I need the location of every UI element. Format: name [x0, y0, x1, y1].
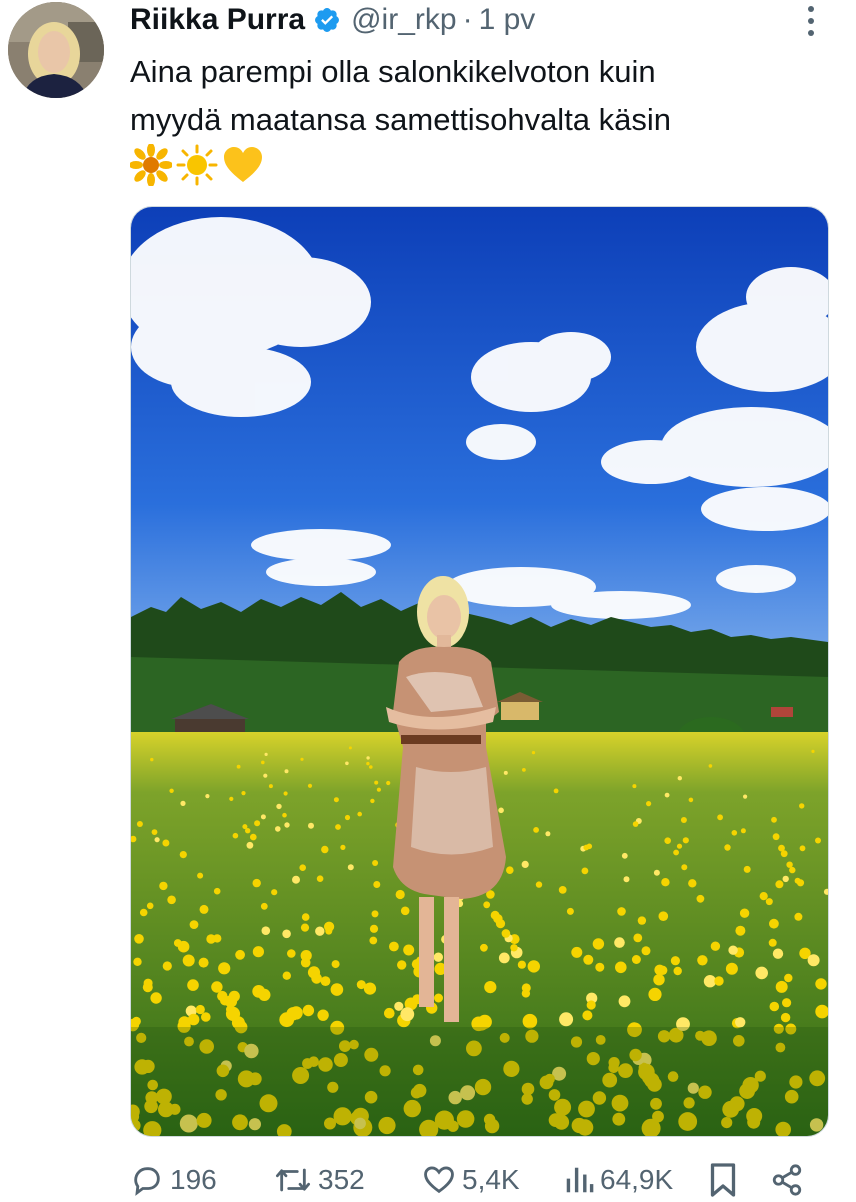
repost-button[interactable]: 352 — [274, 1158, 365, 1202]
avatar[interactable] — [8, 2, 104, 98]
handle[interactable]: @ir_rkp — [351, 3, 456, 37]
view-count: 64,9K — [600, 1164, 674, 1195]
yellow-house — [501, 702, 539, 720]
tweet-emojis — [130, 144, 264, 186]
more-options-icon[interactable] — [804, 4, 818, 38]
display-name[interactable]: Riikka Purra — [130, 3, 305, 37]
views-chart-icon — [566, 1167, 594, 1193]
like-button[interactable]: 5,4K — [422, 1158, 520, 1202]
verified-badge-icon — [315, 8, 340, 32]
tweet-actions: 196 352 5,4K 64,9K — [130, 1158, 840, 1202]
sunflower-icon — [130, 144, 172, 186]
repost-count: 352 — [318, 1164, 365, 1195]
avatar-photo — [8, 2, 104, 98]
heart-icon — [424, 1166, 454, 1194]
barn — [175, 719, 245, 732]
reply-button[interactable]: 196 — [130, 1158, 217, 1202]
tweet-photo[interactable] — [130, 206, 829, 1137]
share-icon — [772, 1164, 802, 1196]
timestamp[interactable]: 1 pv — [479, 3, 536, 37]
share-button[interactable] — [770, 1158, 804, 1202]
bookmark-icon — [710, 1163, 736, 1197]
reply-icon — [134, 1167, 160, 1196]
views-button[interactable]: 64,9K — [564, 1158, 673, 1202]
bookmark-button[interactable] — [708, 1158, 738, 1202]
reply-count: 196 — [170, 1164, 217, 1195]
tweet-text: Aina parempi olla salonkikelvoton kuin m… — [130, 54, 672, 137]
field-photo — [131, 207, 828, 1136]
like-count: 5,4K — [462, 1164, 520, 1195]
separator-dot: · — [462, 3, 473, 36]
tweet-header: Riikka Purra @ir_rkp · 1 pv — [130, 0, 535, 40]
sun-icon — [176, 144, 218, 186]
repost-icon — [275, 1168, 310, 1192]
yellow-heart-icon — [224, 147, 262, 182]
